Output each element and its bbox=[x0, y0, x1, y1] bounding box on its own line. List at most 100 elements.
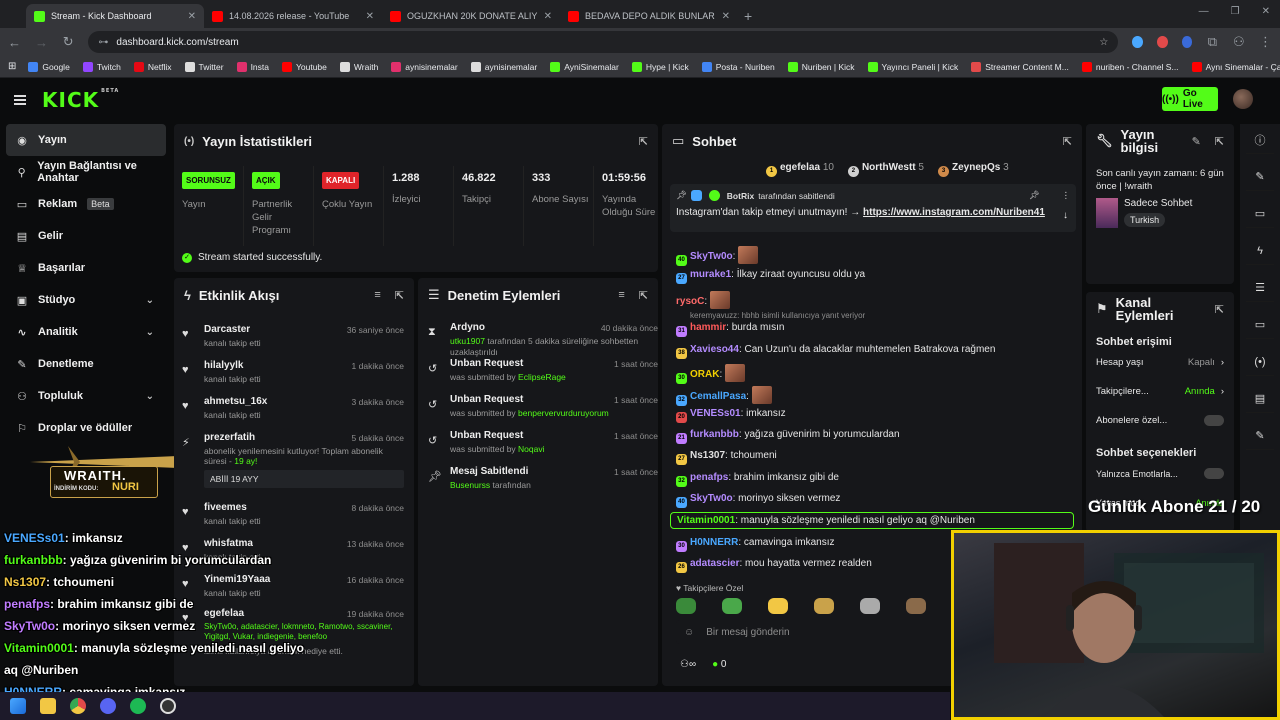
activity-event[interactable]: ♥ fiveemes kanalı takip etti 8 dakika önce bbox=[182, 502, 404, 526]
layers-icon[interactable]: ▤ bbox=[1246, 385, 1274, 413]
sidebar-item[interactable]: ⚲ Yayın Bağlantısı ve Anahtar bbox=[0, 156, 172, 188]
channel-setting-row[interactable]: Hesap yaşı Kapalı › bbox=[1086, 348, 1234, 377]
chat-username[interactable]: furkanbbb bbox=[690, 429, 739, 440]
close-window-icon[interactable]: ✕ bbox=[1262, 6, 1270, 17]
emote-icon[interactable] bbox=[676, 598, 696, 614]
chat-username[interactable]: SkyTw0o bbox=[690, 493, 733, 504]
sidebar-item[interactable]: ✎ Denetleme bbox=[0, 348, 172, 380]
broadcast-icon[interactable]: (•) bbox=[1246, 348, 1274, 376]
chat-message[interactable]: 32 CemallPasa: bbox=[676, 386, 772, 406]
extension-icon[interactable] bbox=[1157, 36, 1168, 48]
chat-message[interactable]: 27 murake1: İlkay ziraat oyuncusu oldu ya bbox=[676, 269, 865, 284]
chat-message[interactable]: 26 adatascier: mou hayatta vermez realden bbox=[676, 558, 872, 573]
bookmark-item[interactable]: Nuriben | Kick bbox=[787, 61, 855, 72]
new-tab-button[interactable]: + bbox=[738, 8, 758, 28]
sidebar-item[interactable]: ▭ Reklam Beta bbox=[0, 188, 172, 220]
bookmark-star-icon[interactable]: ☆ bbox=[1099, 37, 1108, 48]
collapse-icon[interactable]: ↓ bbox=[1063, 210, 1068, 221]
close-tab-icon[interactable]: ✕ bbox=[722, 11, 730, 22]
moderation-action[interactable]: 📌︎ Mesaj Sabitlendi Busenurss tarafından 1 … bbox=[428, 466, 658, 491]
back-icon[interactable]: ← bbox=[8, 35, 21, 50]
sidebar-item[interactable]: ⚇ Topluluk ⌄ bbox=[0, 380, 172, 412]
reload-icon[interactable]: ↻ bbox=[62, 34, 74, 50]
chat-message[interactable]: 27 Ns1307: tchoumeni bbox=[676, 450, 777, 465]
expand-icon[interactable]: ⇱ bbox=[395, 289, 404, 302]
toggle-switch[interactable] bbox=[1204, 468, 1224, 479]
chat-message[interactable]: 38 Xavieso44: Can Uzun'u da alacaklar muh… bbox=[676, 344, 995, 359]
top-gifter[interactable]: 3 ZeynepQs 3 bbox=[937, 162, 1009, 177]
card-icon[interactable]: ▭ bbox=[1246, 200, 1274, 228]
extension-icon[interactable] bbox=[1132, 36, 1143, 48]
bookmark-item[interactable]: Google bbox=[28, 61, 70, 72]
lightning-icon[interactable]: ϟ bbox=[1246, 237, 1274, 265]
url-field[interactable]: ⊶ dashboard.kick.com/stream ☆ bbox=[88, 31, 1119, 53]
points-display[interactable]: ● 0 bbox=[712, 659, 726, 670]
chat-message[interactable]: Vitamin0001: manuyla sözleşme yeniledi n… bbox=[670, 512, 1074, 529]
bookmark-item[interactable]: nuriben - Channel S... bbox=[1081, 61, 1179, 72]
chat-message[interactable]: 40 SkyTw0o: bbox=[676, 246, 759, 266]
chat-message[interactable]: 20 VENESs01: imkansız bbox=[676, 408, 786, 423]
activity-event[interactable]: ♥ Darcaster kanalı takip etti 36 saniye önc… bbox=[182, 324, 404, 348]
channel-setting-row[interactable]: Takipçilere... Anında › bbox=[1086, 377, 1234, 406]
sidebar-item[interactable]: ▣ Stüdyo ⌄ bbox=[0, 284, 172, 316]
chat-username[interactable]: Vitamin0001 bbox=[677, 515, 735, 526]
emote-icon[interactable] bbox=[722, 598, 742, 614]
hamburger-icon[interactable] bbox=[14, 95, 26, 105]
channel-setting-row[interactable]: Abonelere özel... bbox=[1086, 406, 1234, 435]
expand-icon[interactable]: ⇱ bbox=[1063, 135, 1072, 148]
emote-icon[interactable] bbox=[814, 598, 834, 614]
chat-message[interactable]: 31 hammir: burda mısın bbox=[676, 322, 785, 337]
avatar[interactable] bbox=[1233, 89, 1253, 109]
menu-icon[interactable]: ⋮ bbox=[1259, 34, 1272, 50]
bookmark-item[interactable]: Netflix bbox=[133, 61, 172, 72]
chat-username[interactable]: adatascier bbox=[690, 558, 739, 569]
chat-message[interactable]: rysoC: bbox=[676, 291, 730, 309]
sidebar-item[interactable]: ◉ Yayın bbox=[6, 124, 166, 156]
expand-icon[interactable]: ⇱ bbox=[639, 135, 648, 148]
expand-icon[interactable]: ⇱ bbox=[639, 289, 648, 302]
emoji-icon[interactable]: ☺ bbox=[684, 627, 694, 638]
close-tab-icon[interactable]: ✕ bbox=[366, 11, 374, 22]
chat-username[interactable]: rysoC bbox=[676, 296, 704, 307]
chat-message[interactable]: 30 ORAK: bbox=[676, 364, 746, 384]
chat-username[interactable]: SkyTw0o bbox=[690, 251, 733, 262]
channel-setting-row[interactable]: Yalnızca Emotlarla... bbox=[1086, 459, 1234, 488]
chat-username[interactable]: hammir bbox=[690, 322, 726, 333]
windows-start-icon[interactable] bbox=[10, 698, 26, 714]
top-gifter[interactable]: 2 NorthWestt 5 bbox=[847, 162, 924, 177]
minimize-icon[interactable]: — bbox=[1199, 6, 1209, 17]
bookmark-item[interactable]: Twitch bbox=[82, 61, 121, 72]
close-tab-icon[interactable]: ✕ bbox=[188, 11, 196, 22]
discord-icon[interactable] bbox=[100, 698, 116, 714]
emote-icon[interactable] bbox=[860, 598, 880, 614]
bookmark-item[interactable]: Hype | Kick bbox=[631, 61, 689, 72]
chat-username[interactable]: VENESs01 bbox=[690, 408, 741, 419]
chat-username[interactable]: murake1 bbox=[690, 269, 731, 280]
filter-icon[interactable]: ≡ bbox=[374, 289, 380, 302]
emote-icon[interactable] bbox=[906, 598, 926, 614]
chat-message[interactable]: 30 H0NNERR: camavinga imkansız bbox=[676, 537, 835, 552]
wrench-icon[interactable]: ✎ bbox=[1246, 422, 1274, 450]
toggle-switch[interactable] bbox=[1204, 415, 1224, 426]
edit-icon[interactable]: ✎ bbox=[1192, 135, 1201, 148]
moderation-action[interactable]: ⧗ Ardyno utku1907 tarafından 5 dakika süre… bbox=[428, 322, 658, 358]
chat-username[interactable]: CemallPasa bbox=[690, 391, 746, 402]
chrome-icon[interactable] bbox=[70, 698, 86, 714]
chat-username[interactable]: penafps bbox=[690, 472, 728, 483]
sidebar-item[interactable]: ♕ Başarılar bbox=[0, 252, 172, 284]
bookmark-item[interactable]: aynisinemalar bbox=[470, 61, 537, 72]
maximize-icon[interactable]: ❐ bbox=[1231, 6, 1240, 17]
forward-icon[interactable]: → bbox=[35, 35, 48, 50]
kick-logo[interactable]: KICK BETA bbox=[42, 88, 119, 112]
activity-event[interactable]: ♥ Yinemi19Yaaa kanalı takip etti 16 dakika … bbox=[182, 574, 404, 598]
emote-icon[interactable] bbox=[768, 598, 788, 614]
bookmark-item[interactable]: Yayıncı Paneli | Kick bbox=[867, 61, 958, 72]
bookmark-item[interactable]: Wraith bbox=[339, 61, 378, 72]
unpin-icon[interactable]: 📌︎ bbox=[1029, 190, 1040, 201]
top-gifter[interactable]: 1 egefelaa 10 bbox=[766, 162, 834, 177]
activity-event[interactable]: ♥ ahmetsu_16x kanalı takip etti 3 dakika ön… bbox=[182, 396, 404, 420]
chat-message[interactable]: 40 SkyTw0o: morinyo siksen vermez bbox=[676, 493, 840, 508]
moderation-action[interactable]: ↺ Unban Request was submitted by Noqavi 1 s… bbox=[428, 430, 658, 455]
chat-username[interactable]: Ns1307 bbox=[690, 450, 725, 461]
sidebar-item[interactable]: ▤ Gelir bbox=[0, 220, 172, 252]
